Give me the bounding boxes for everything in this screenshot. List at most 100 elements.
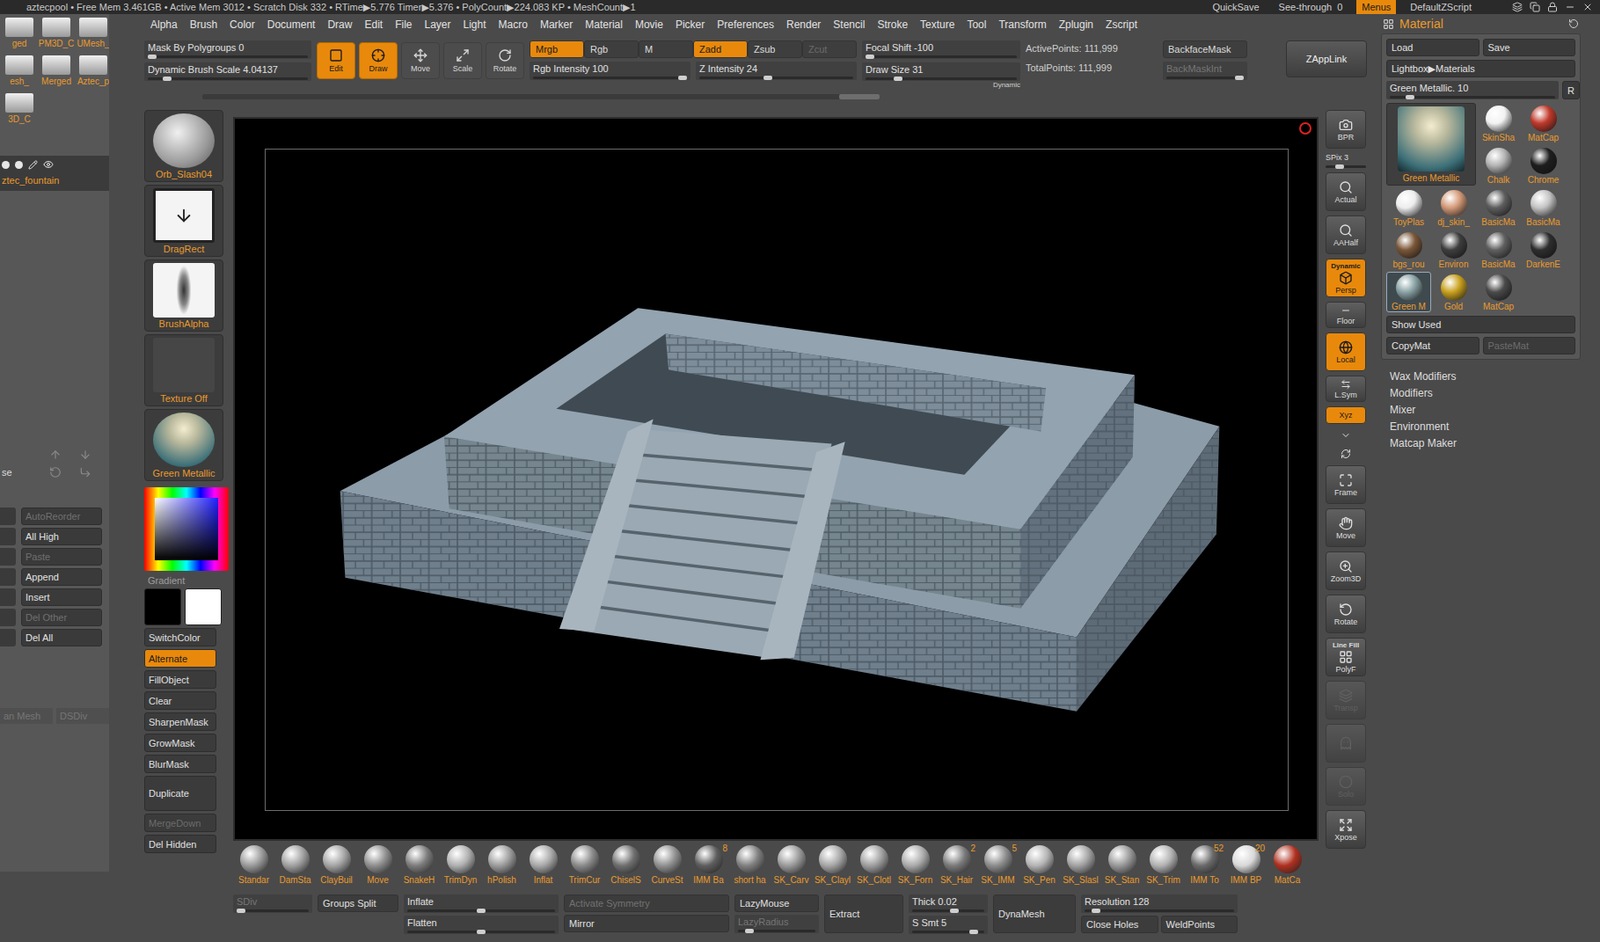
shelf-scrollbar[interactable] [202, 94, 880, 100]
view-button[interactable]: Move [1325, 508, 1367, 548]
tool-thumbnail[interactable]: ged [1, 17, 37, 49]
slider-knob[interactable] [236, 908, 246, 914]
window-control-icon[interactable] [1582, 1, 1593, 13]
channel-button[interactable]: Zadd [693, 40, 748, 59]
brush-button[interactable]: ClayBuil [315, 845, 358, 885]
slider-track[interactable] [1084, 909, 1235, 913]
shelf-thumbnail[interactable]: Green Metallic [144, 409, 224, 482]
control-button[interactable]: WeldPoints [1161, 915, 1239, 934]
menu-item[interactable]: Texture [913, 18, 961, 31]
title-bar-button[interactable]: Menus [1356, 0, 1396, 15]
slider-track[interactable] [1389, 95, 1556, 99]
slider-track[interactable] [1325, 165, 1367, 169]
brush-button[interactable]: Move [357, 845, 399, 885]
eye-icon[interactable] [43, 159, 54, 170]
slider-track[interactable] [912, 909, 985, 913]
menu-item[interactable]: Stroke [870, 18, 914, 31]
window-control-icon[interactable] [1529, 1, 1541, 13]
material-swatch[interactable]: bgs_rou [1386, 229, 1432, 271]
brush-button[interactable]: ChiselS [605, 845, 647, 885]
tool-thumbnail[interactable]: 3D_C [1, 93, 37, 125]
view-button[interactable]: L.Sym [1325, 375, 1367, 402]
slider-track[interactable] [699, 76, 854, 80]
slider-knob[interactable] [678, 75, 687, 81]
control-button[interactable]: Mirror [563, 914, 730, 933]
title-bar-button[interactable]: See-through0 [1273, 0, 1349, 15]
brush-button[interactable]: SK_Slasl [1059, 845, 1102, 885]
slider-knob[interactable] [1405, 94, 1415, 100]
menu-item[interactable]: Tool [960, 18, 993, 31]
shelf-slider[interactable]: Mask By Polygroups 0 [144, 40, 312, 59]
refresh-icon[interactable] [1568, 18, 1579, 30]
shelf-slider[interactable]: Dynamic Brush Scale 4.04137 [144, 62, 312, 81]
channel-button[interactable]: M [638, 40, 694, 59]
slider-track[interactable] [147, 55, 308, 59]
channel-button[interactable]: Mrgb [529, 40, 585, 59]
subpalette-item[interactable]: Environment [1389, 420, 1572, 433]
brush-button[interactable]: SK_Clayl [811, 845, 854, 885]
brush-button[interactable]: SnakeH [398, 845, 440, 885]
cut-button[interactable] [0, 588, 16, 607]
material-swatch[interactable]: ToyPlas [1386, 187, 1432, 228]
brush-button[interactable]: IMM To52 [1183, 845, 1226, 885]
material-swatch[interactable]: MatCap [1475, 271, 1521, 313]
subtool-button[interactable]: Append [21, 568, 103, 586]
material-swatch[interactable]: DarkenE [1520, 229, 1566, 271]
view-button[interactable]: DynamicPersp [1325, 258, 1367, 298]
material-swatch[interactable]: Chrome [1520, 145, 1566, 186]
brush-button[interactable]: SK_Carv [770, 845, 812, 885]
material-swatch[interactable]: MatCap [1520, 102, 1566, 144]
move-up-icon[interactable] [49, 448, 62, 461]
brush-button[interactable]: TrimDyn [439, 845, 482, 885]
dynamic-label[interactable]: Dynamic [993, 80, 1021, 89]
palette-grid-icon[interactable] [1382, 18, 1395, 30]
channel-button[interactable]: Rgb [584, 40, 639, 59]
shelf-thumbnail[interactable]: Orb_Slash04 [144, 109, 224, 183]
tool-thumbnail[interactable]: esh_ [1, 55, 37, 87]
scrollbar-thumb[interactable] [839, 94, 880, 100]
brush-button[interactable]: SK_Forn [894, 845, 936, 885]
control-button[interactable]: Groups Split [317, 894, 399, 913]
mode-button[interactable]: Edit [316, 42, 356, 80]
slider-knob[interactable] [162, 76, 172, 81]
menu-item[interactable]: Marker [533, 18, 579, 31]
brush-button[interactable]: hPolish [481, 845, 523, 885]
menu-item[interactable]: Picker [669, 18, 711, 31]
menu-item[interactable]: Zplugin [1052, 18, 1100, 31]
material-swatch[interactable]: SkinSha [1475, 102, 1521, 144]
main-color-swatch[interactable] [144, 588, 182, 626]
tool-thumbnail[interactable]: UMesh_ [75, 17, 110, 49]
control-button[interactable]: Extract [824, 894, 904, 934]
cut-button[interactable] [0, 568, 16, 586]
view-button[interactable]: Floor [1325, 301, 1367, 329]
material-swatch[interactable]: Green M [1386, 271, 1432, 313]
shelf-thumbnail[interactable]: BrushAlpha [144, 259, 224, 332]
slider-track[interactable] [865, 77, 1017, 81]
tool-thumbnail[interactable]: Merged [38, 55, 74, 87]
subtool-button[interactable]: All High [21, 527, 103, 546]
brush-button[interactable]: IMM BP20 [1225, 845, 1267, 885]
brush-button[interactable]: SK_Trim [1142, 845, 1184, 885]
spix-slider[interactable]: SPix 3 [1325, 153, 1367, 169]
menu-item[interactable]: Color [223, 18, 262, 31]
window-control-icon[interactable] [1547, 1, 1558, 13]
slider-knob[interactable] [1335, 164, 1345, 169]
slider-knob[interactable] [1091, 908, 1101, 914]
shelf-thumbnail[interactable]: DragRect [144, 184, 224, 257]
secondary-color-swatch[interactable] [184, 588, 222, 626]
zapplink-button[interactable]: ZAppLink [1285, 40, 1367, 78]
menu-item[interactable]: Layer [418, 18, 458, 31]
subpalette-item[interactable]: Mixer [1389, 403, 1572, 417]
aztec-fountain-model-icon[interactable] [265, 149, 1288, 811]
cut-button[interactable] [0, 608, 16, 627]
brush-icon[interactable] [28, 160, 38, 170]
control-slider[interactable]: Resolution 128 [1081, 894, 1238, 914]
slider-track[interactable] [865, 55, 1017, 59]
brush-button[interactable]: SK_Pen [1018, 845, 1060, 885]
view-button[interactable]: Zoom3D [1325, 551, 1367, 591]
mode-button[interactable]: Rotate [485, 42, 525, 80]
cut-button[interactable] [0, 527, 16, 546]
shelf-button[interactable]: Del Hidden [144, 834, 217, 854]
view-button[interactable]: AAHalf [1325, 215, 1367, 255]
shelf-button[interactable]: BlurMask [144, 754, 217, 774]
